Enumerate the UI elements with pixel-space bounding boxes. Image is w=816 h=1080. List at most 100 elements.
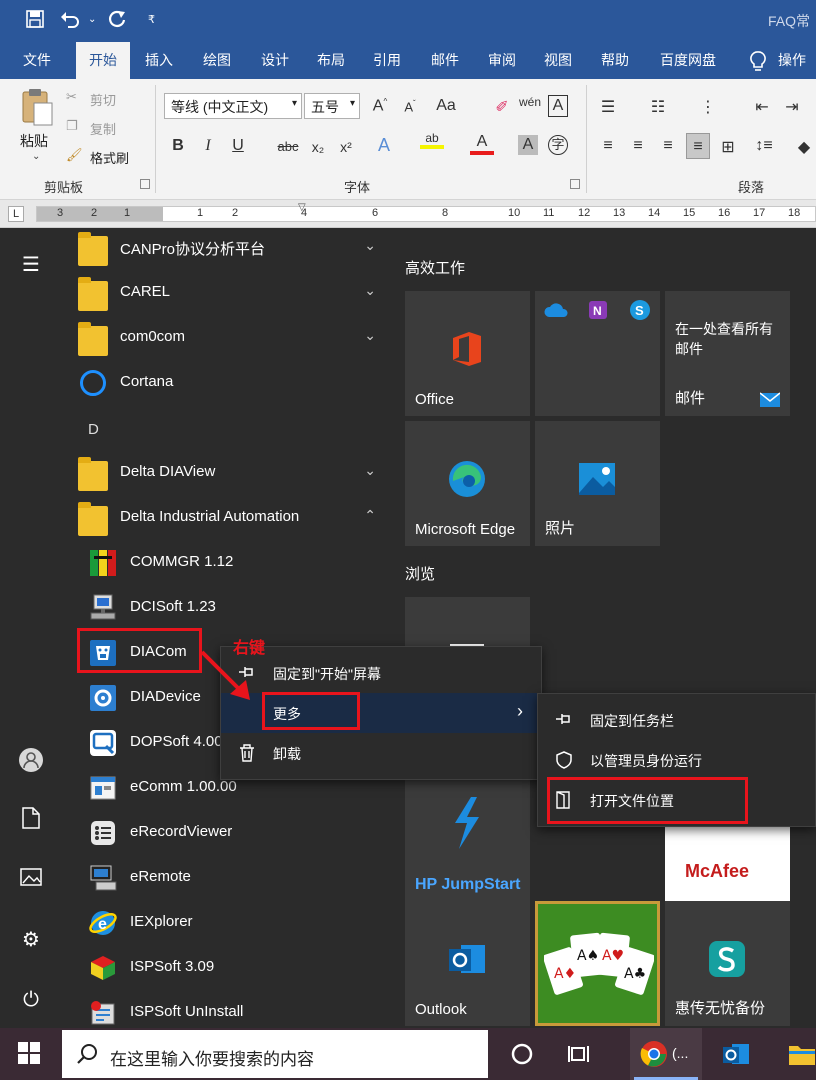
highlight-icon[interactable]: ab [420, 131, 444, 149]
align-left-icon[interactable]: ≡ [596, 137, 620, 155]
copy-button[interactable]: 复制 [90, 119, 116, 138]
superscript-icon[interactable]: x² [334, 139, 358, 155]
horizontal-ruler[interactable]: L 3 2 1 1 2 4 6 8 10 11 12 13 14 15 16 1… [0, 200, 816, 228]
clear-formatting-icon[interactable]: ✐ [490, 97, 514, 117]
documents-icon[interactable] [18, 807, 44, 833]
increase-indent-icon[interactable]: ⇥ [780, 97, 804, 117]
list-item[interactable]: Cortana [78, 363, 392, 403]
list-item[interactable]: ISPSoft UnInstall [78, 993, 392, 1033]
tab-baidu-netdisk[interactable]: 百度网盘 [648, 42, 728, 79]
tab-references[interactable]: 引用 [362, 42, 412, 79]
task-view-icon[interactable] [566, 1040, 594, 1068]
tab-mailings[interactable]: 邮件 [420, 42, 470, 79]
list-item[interactable]: eRecordViewer [78, 813, 392, 853]
font-size-dropdown[interactable]: 五号 ▾ [304, 93, 360, 119]
clipboard-launcher-icon[interactable] [140, 179, 150, 189]
italic-icon[interactable]: I [196, 137, 220, 155]
tell-me-search[interactable]: 操作 [778, 42, 816, 79]
undo-dropdown-icon[interactable]: ⌄ [88, 14, 96, 25]
menu-item-pin-to-start[interactable]: 固定到"开始"屏幕 [221, 653, 541, 693]
tab-review[interactable]: 审阅 [477, 42, 527, 79]
phonetic-guide-icon[interactable]: wén [518, 95, 542, 109]
undo-icon[interactable] [60, 10, 80, 33]
format-painter-icon[interactable]: 🖌 [66, 147, 83, 163]
cortana-taskbar-icon[interactable] [508, 1040, 536, 1068]
list-item[interactable]: Delta Industrial Automation ⌃ [78, 498, 392, 538]
tab-draw[interactable]: 绘图 [192, 42, 242, 79]
tab-file[interactable]: 文件 [8, 42, 66, 79]
align-center-icon[interactable]: ≡ [626, 137, 650, 155]
align-right-icon[interactable]: ≡ [656, 137, 680, 155]
multilevel-list-icon[interactable]: ⋮ [696, 97, 720, 117]
character-shading-icon[interactable]: A [518, 135, 538, 155]
list-item[interactable]: DCISoft 1.23 [78, 588, 392, 628]
pictures-icon[interactable] [18, 867, 44, 893]
section-letter[interactable]: D [88, 421, 99, 438]
redo-icon[interactable] [108, 10, 126, 33]
menu-item-pin-to-taskbar[interactable]: 固定到任务栏 [538, 700, 815, 740]
customize-toolbar-icon[interactable]: ₹ [148, 13, 155, 26]
settings-icon[interactable]: ⚙ [18, 927, 44, 953]
save-icon[interactable] [26, 10, 44, 33]
tile-mail[interactable]: 在一处查看所有邮件 邮件 [665, 291, 790, 416]
bold-icon[interactable]: B [166, 137, 190, 155]
bullets-icon[interactable]: ☰ [596, 97, 620, 117]
list-item[interactable]: COMMGR 1.12 [78, 543, 392, 583]
list-item[interactable]: eRemote [78, 858, 392, 898]
tab-view[interactable]: 视图 [533, 42, 583, 79]
cut-icon[interactable]: ✂ [66, 89, 77, 105]
tile-backup[interactable]: 惠传无忧备份 [665, 901, 790, 1026]
power-icon[interactable]: ⏻ [18, 987, 44, 1013]
lightbulb-icon[interactable] [748, 50, 768, 77]
paste-icon[interactable] [20, 87, 54, 127]
character-border-icon[interactable]: A [548, 95, 568, 117]
subscript-icon[interactable]: x₂ [306, 139, 330, 155]
cut-button[interactable]: 剪切 [90, 90, 116, 109]
tab-insert[interactable]: 插入 [134, 42, 184, 79]
menu-item-open-file-location[interactable]: 打开文件位置 [538, 780, 815, 820]
tile-office-apps[interactable]: N S [535, 291, 660, 416]
tile-outlook[interactable]: Outlook [405, 901, 530, 1026]
list-item[interactable]: com0com ⌄ [78, 318, 392, 358]
distributed-icon[interactable]: ⊞ [716, 137, 740, 157]
tile-hp-jumpstart[interactable]: HP JumpStart [405, 777, 530, 902]
menu-item-run-as-admin[interactable]: 以管理员身份运行 [538, 740, 815, 780]
copy-icon[interactable]: ❐ [66, 118, 78, 134]
menu-item-uninstall[interactable]: 卸载 [221, 733, 541, 773]
menu-item-more[interactable]: 更多 › [221, 693, 541, 733]
font-launcher-icon[interactable] [570, 179, 580, 189]
enclose-characters-icon[interactable]: 字 [548, 135, 568, 155]
list-item[interactable]: ISPSoft 3.09 [78, 948, 392, 988]
hamburger-menu-icon[interactable]: ☰ [18, 252, 44, 278]
taskbar-search-input[interactable]: 在这里输入你要搜索的内容 [62, 1030, 488, 1078]
windows-start-icon[interactable] [18, 1042, 40, 1069]
file-explorer-icon[interactable] [788, 1040, 816, 1068]
tab-design[interactable]: 设计 [250, 42, 300, 79]
shrink-font-icon[interactable]: Aˇ [398, 99, 422, 114]
paste-button[interactable]: 粘贴 [20, 131, 48, 151]
indent-marker-icon[interactable]: ▽ [298, 202, 306, 213]
list-item[interactable]: CAREL ⌄ [78, 273, 392, 313]
paste-dropdown-icon[interactable]: ⌄ [32, 151, 40, 162]
font-name-dropdown[interactable]: 等线 (中文正文) ▾ [164, 93, 302, 119]
justify-icon[interactable]: ≡ [686, 133, 710, 159]
underline-icon[interactable]: U [226, 137, 250, 155]
chrome-taskbar-button[interactable]: (... [630, 1028, 702, 1080]
format-painter-button[interactable]: 格式刷 [90, 148, 129, 167]
shading-icon[interactable]: ◆ [792, 137, 816, 157]
tab-help[interactable]: 帮助 [590, 42, 640, 79]
line-spacing-icon[interactable]: ↕≡ [752, 137, 776, 155]
font-color-icon[interactable]: A [470, 133, 494, 155]
text-effects-icon[interactable]: A [372, 135, 396, 156]
tile-solitaire[interactable]: A♦ A♠ A♥ A♣ [535, 901, 660, 1026]
decrease-indent-icon[interactable]: ⇤ [750, 97, 774, 117]
outlook-taskbar-icon[interactable] [722, 1040, 750, 1068]
list-item[interactable]: Delta DIAView ⌄ [78, 453, 392, 493]
list-item[interactable]: CANPro协议分析平台 ⌄ [78, 228, 392, 268]
tab-layout[interactable]: 布局 [306, 42, 356, 79]
tile-office[interactable]: Office [405, 291, 530, 416]
change-case-icon[interactable]: Aa [434, 97, 458, 115]
list-item[interactable]: e IEXplorer [78, 903, 392, 943]
numbering-icon[interactable]: ☷ [646, 97, 670, 117]
tile-edge[interactable]: Microsoft Edge [405, 421, 530, 546]
